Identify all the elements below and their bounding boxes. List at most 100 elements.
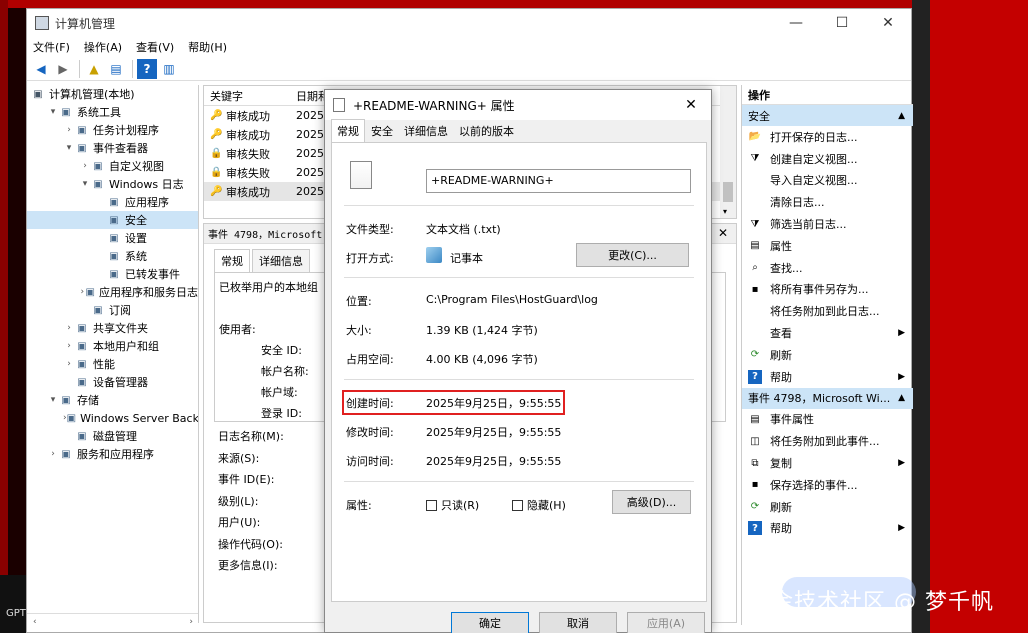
created-label: 创建时间: [346,397,394,410]
action-item[interactable]: ▤ 事件属性 [742,409,913,431]
tree-node-icon: ▣ [109,268,119,280]
open-with-label: 打开方式: [346,252,394,265]
tree-item-label: 存储 [77,394,99,407]
action-item[interactable]: 导入自定义视图... [742,170,913,192]
menu-file[interactable]: 文件(F) [33,39,70,55]
expanded-arrow-icon[interactable]: ▾ [79,179,91,189]
tree-item[interactable]: ▣ 已转发事件 [27,265,198,283]
title-bar: 计算机管理 — ☐ ✕ [27,9,911,37]
up-folder-icon[interactable]: ▲ [84,59,104,79]
tree-item[interactable]: ▣ 安全 [27,211,198,229]
action-item[interactable]: ⟳ 刷新 [742,344,913,366]
detail-close-icon[interactable]: ✕ [718,226,732,240]
help-icon[interactable]: ? [137,58,157,79]
tree-item[interactable]: ▣ 系统 [27,247,198,265]
minimize-button[interactable]: — [773,9,819,37]
tree-item[interactable]: › ▣ 任务计划程序 [27,121,198,139]
action-item[interactable]: ▪ 将所有事件另存为... [742,279,913,301]
collapse-icon[interactable]: ▲ [898,111,905,121]
collapsed-arrow-icon[interactable]: › [63,359,75,369]
tree-item[interactable]: › ▣ 共享文件夹 [27,319,198,337]
tree-item[interactable]: ▾ ▣ Windows 日志 [27,175,198,193]
tree-item[interactable]: ▣ 设备管理器 [27,373,198,391]
menu-help[interactable]: 帮助(H) [188,39,227,55]
tree-item[interactable]: ▣ 订阅 [27,301,198,319]
action-item[interactable]: ▪ 保存选择的事件... [742,474,913,496]
readonly-checkbox[interactable]: 只读(R) [426,497,479,513]
action-item[interactable]: ⌕ 查找... [742,257,913,279]
collapsed-arrow-icon[interactable]: › [63,341,75,351]
collapsed-arrow-icon[interactable]: › [63,125,75,135]
event-list-scrollbar[interactable]: ▾ [720,86,736,218]
actions-section-security[interactable]: 安全 ▲ [742,105,913,126]
menu-action[interactable]: 操作(A) [84,39,122,55]
cancel-button[interactable]: 取消 [539,612,617,633]
action-item[interactable]: 查看 ▶ [742,322,913,344]
tree-item[interactable]: › ▣ 应用程序和服务日志 [27,283,198,301]
hidden-checkbox[interactable]: 隐藏(H) [512,497,566,513]
filename-input[interactable]: +README-WARNING+ [426,169,691,193]
expanded-arrow-icon[interactable]: ▾ [47,107,59,117]
collapsed-arrow-icon[interactable]: › [63,323,75,333]
tab-general[interactable]: 常规 [331,119,365,142]
tab-general[interactable]: 常规 [214,249,250,272]
blank-icon [748,195,762,209]
task-icon: ◫ [750,435,760,447]
close-button[interactable]: ✕ [865,9,911,37]
tree-item[interactable]: ▾ ▣ 存储 [27,391,198,409]
back-arrow-icon[interactable]: ◀ [31,59,51,79]
tab-previous-versions[interactable]: 以前的版本 [454,120,519,142]
tab-security[interactable]: 安全 [366,120,398,142]
apply-button[interactable]: 应用(A) [627,612,705,633]
action-item[interactable]: ? 帮助 ▶ [742,518,913,540]
action-item[interactable]: 清除日志... [742,191,913,213]
blank-icon [748,304,762,318]
show-hide-action-pane-icon[interactable]: ▥ [159,59,179,79]
action-item[interactable]: 📂 打开保存的日志... [742,126,913,148]
maximize-button[interactable]: ☐ [819,9,865,37]
tree-item[interactable]: ▣ 设置 [27,229,198,247]
horizontal-scrollbar[interactable]: ‹ › [27,613,198,623]
action-item[interactable]: ◫ 将任务附加到此事件... [742,430,913,452]
tree-item[interactable]: ▣ 磁盘管理 [27,427,198,445]
created-value: 2025年9月25日，9:55:55 [426,397,562,410]
event-keyword: 审核成功 [226,185,270,199]
action-item[interactable]: ⧩ 创建自定义视图... [742,148,913,170]
forward-arrow-icon[interactable]: ▶ [53,59,73,79]
expanded-arrow-icon[interactable]: ▾ [47,395,59,405]
show-hide-tree-icon[interactable]: ▤ [106,59,126,79]
expanded-arrow-icon[interactable]: ▾ [63,143,75,153]
actions-section-event[interactable]: 事件 4798，Microsoft Wi... ▲ [742,387,913,409]
ok-button[interactable]: 确定 [451,612,529,633]
tree-item[interactable]: › ▣ 自定义视图 [27,157,198,175]
action-item[interactable]: ⧉ 复制 ▶ [742,452,913,474]
tree-item[interactable]: › ▣ 本地用户和组 [27,337,198,355]
collapsed-arrow-icon[interactable]: › [79,161,91,171]
tab-details[interactable]: 详细信息 [252,249,310,272]
tree-item[interactable]: ▾ ▣ 系统工具 [27,103,198,121]
tree-item[interactable]: ▣ 应用程序 [27,193,198,211]
action-item[interactable]: ⟳ 刷新 [742,496,913,518]
collapse-icon[interactable]: ▲ [898,393,905,403]
tree-item[interactable]: › ▣ Windows Server Back [27,409,198,427]
action-label: 刷新 [770,500,792,514]
section-label: 事件 4798，Microsoft Wi... [748,392,891,406]
column-keyword[interactable]: 关键字 [204,88,290,104]
action-item[interactable]: ▤ 属性 [742,235,913,257]
action-item[interactable]: ⧩ 筛选当前日志... [742,213,913,235]
tree-item[interactable]: ▾ ▣ 事件查看器 [27,139,198,157]
menu-view[interactable]: 查看(V) [136,39,174,55]
action-item[interactable]: 将任务附加到此日志... [742,300,913,322]
tree-node-icon: ▣ [93,160,103,172]
tree-item[interactable]: › ▣ 服务和应用程序 [27,445,198,463]
collapsed-arrow-icon[interactable]: › [47,449,59,459]
advanced-button[interactable]: 高级(D)... [612,490,691,514]
tree-item-label: 共享文件夹 [93,322,148,335]
dialog-close-icon[interactable]: ✕ [671,97,711,113]
tree-item[interactable]: › ▣ 性能 [27,355,198,373]
tab-details[interactable]: 详细信息 [399,120,453,142]
action-item[interactable]: ? 帮助 ▶ [742,366,913,388]
tree-node-icon: ▣ [77,430,87,442]
change-button[interactable]: 更改(C)... [576,243,689,267]
tree-root[interactable]: ▣ 计算机管理(本地) [27,85,198,103]
